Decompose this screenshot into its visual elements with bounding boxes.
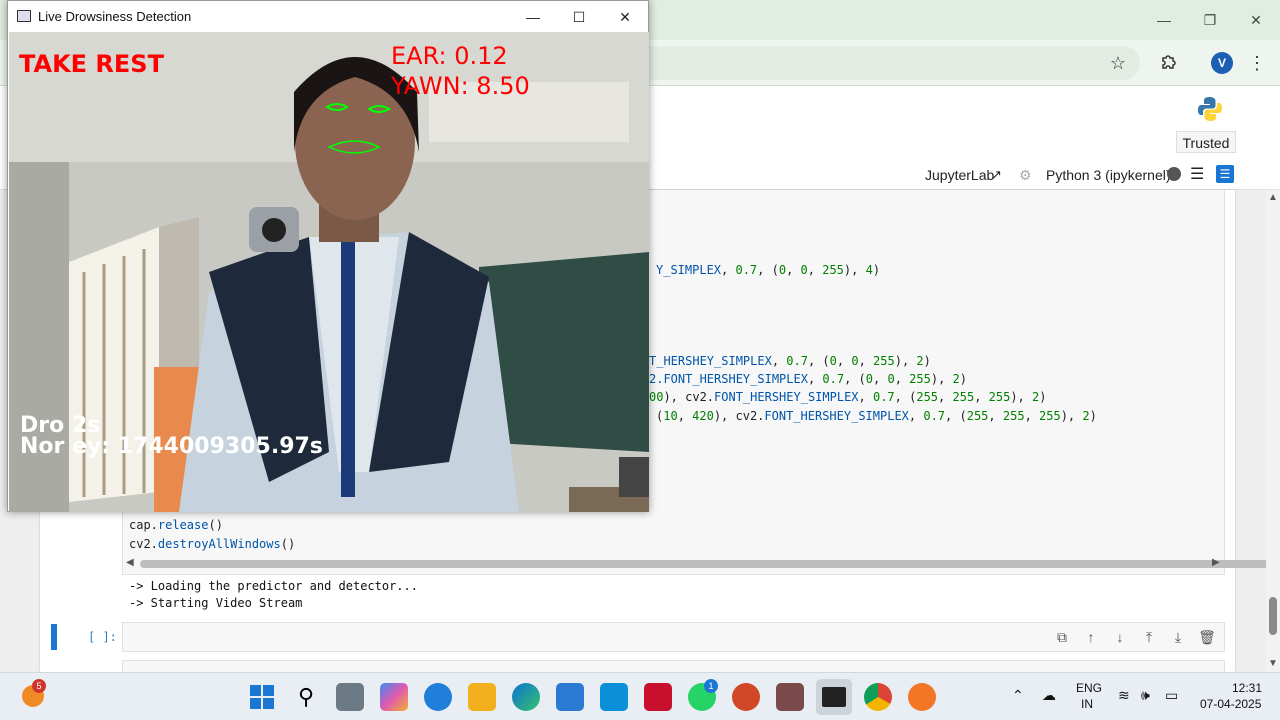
snipping-tool-icon[interactable] (776, 683, 804, 711)
opencv-close-button[interactable]: ✕ (602, 5, 648, 29)
kernel-name[interactable]: Python 3 (ipykernel) (1046, 167, 1171, 183)
chrome-icon[interactable] (864, 683, 892, 711)
notification-badge: 5 (32, 679, 46, 693)
browser-minimize-button[interactable]: — (1141, 8, 1187, 32)
myhp-icon[interactable] (600, 683, 628, 711)
browser-close-button[interactable]: ✕ (1233, 8, 1279, 32)
take-rest-alert: TAKE REST (19, 50, 164, 78)
move-up-icon[interactable]: ↑ (1081, 627, 1101, 647)
language-region: IN (1081, 697, 1093, 711)
move-down-icon[interactable]: ↓ (1110, 627, 1130, 647)
settings-gear-icon[interactable]: ⚙ (1019, 167, 1032, 184)
menu-lines-icon[interactable]: ☰ (1190, 164, 1204, 184)
browser-restore-button[interactable]: ❐ (1187, 8, 1233, 32)
tray-overflow-icon[interactable]: ⌃ (1012, 687, 1024, 704)
task-view-icon[interactable] (336, 683, 364, 711)
code-line: cv2.destroyAllWindows() (129, 537, 296, 551)
browser-menu-icon[interactable]: ⋮ (1246, 52, 1268, 74)
mcafee-icon[interactable] (644, 683, 672, 711)
wifi-icon[interactable]: ≋ (1118, 687, 1130, 704)
whatsapp-badge: 1 (704, 679, 718, 693)
file-explorer-icon[interactable] (468, 683, 496, 711)
ear-readout: EAR: 0.12 (391, 42, 508, 70)
horizontal-scrollbar[interactable]: ◀ ▶ (122, 557, 1280, 571)
account-avatar[interactable]: V (1211, 52, 1233, 74)
opencv-minimize-button[interactable]: — (510, 5, 556, 29)
external-link-icon: ↗ (991, 167, 1002, 182)
language-indicator[interactable]: ENG (1076, 681, 1102, 695)
delete-cell-icon[interactable]: 🗑 (1197, 627, 1217, 647)
terminal-icon (822, 687, 846, 707)
windows-taskbar: 5 ⚲ 1 ⌃ ☁ ENG IN ≋ 🕪 ▭ 12:31 07-04-2025 (0, 672, 1280, 720)
opencv-maximize-button[interactable]: ☐ (556, 5, 602, 29)
star-icon[interactable]: ☆ (1107, 52, 1129, 74)
code-line: 2.FONT_HERSHEY_SIMPLEX, 0.7, (0, 0, 255)… (649, 372, 967, 386)
extensions-icon[interactable] (1158, 52, 1180, 74)
terminal-taskbar-slot[interactable] (816, 679, 852, 715)
scroll-right-icon[interactable]: ▶ (1212, 557, 1220, 568)
code-line: cap.release() (129, 518, 223, 532)
onedrive-icon[interactable]: ☁ (1042, 687, 1056, 704)
kernel-busy-indicator-icon (1167, 167, 1181, 181)
search-icon[interactable]: ⚲ (292, 683, 320, 711)
clock-date[interactable]: 07-04-2025 (1200, 697, 1261, 711)
jupyter-icon[interactable] (908, 683, 936, 711)
store-icon[interactable] (556, 683, 584, 711)
scrollbar-thumb[interactable] (140, 560, 1280, 568)
opencv-window[interactable]: Live Drowsiness Detection — ☐ ✕ TAKE RES… (7, 0, 649, 512)
cell-prompt: [ ]: (88, 630, 117, 644)
address-bar[interactable] (600, 46, 1140, 80)
scroll-down-icon[interactable]: ▼ (1268, 658, 1278, 669)
powerpoint-icon[interactable] (732, 683, 760, 711)
insert-below-icon[interactable]: ⤓ (1168, 627, 1188, 647)
code-line: (10, 420), cv2.FONT_HERSHEY_SIMPLEX, 0.7… (656, 409, 1097, 423)
window-app-icon (17, 10, 31, 22)
jupyterlab-link[interactable]: JupyterLab (925, 167, 994, 183)
battery-icon[interactable]: ▭ (1165, 687, 1178, 704)
insert-above-icon[interactable]: ⤒ (1139, 627, 1159, 647)
scroll-left-icon[interactable]: ◀ (126, 557, 134, 568)
code-line: Y_SIMPLEX, 0.7, (0, 0, 255), 4) (656, 263, 881, 277)
edge-icon[interactable] (512, 683, 540, 711)
start-icon[interactable] (248, 683, 276, 711)
duplicate-cell-icon[interactable]: ⧉ (1052, 627, 1072, 647)
help-icon[interactable] (424, 683, 452, 711)
output-line: -> Starting Video Stream (129, 596, 303, 610)
code-line: 00), cv2.FONT_HERSHEY_SIMPLEX, 0.7, (255… (649, 390, 1047, 404)
code-line: T_HERSHEY_SIMPLEX, 0.7, (0, 0, 255), 2) (649, 354, 931, 368)
output-line: -> Loading the predictor and detector... (129, 579, 418, 593)
opencv-title-bar[interactable]: Live Drowsiness Detection — ☐ ✕ (8, 1, 648, 32)
copilot-icon[interactable] (380, 683, 408, 711)
webcam-frame: TAKE REST EAR: 0.12 YAWN: 8.50 Dro 2s No… (9, 32, 649, 512)
scroll-up-icon[interactable]: ▲ (1268, 192, 1278, 203)
python-logo-icon (1198, 97, 1222, 121)
property-inspector-icon[interactable]: ☰ (1216, 165, 1234, 183)
normal-time-readout: Nor ey: 1744009305.97s (20, 434, 323, 459)
yawn-readout: YAWN: 8.50 (391, 72, 530, 100)
active-cell-indicator (51, 624, 57, 650)
vertical-scrollbar-thumb[interactable] (1269, 597, 1277, 635)
clock-time[interactable]: 12:31 (1232, 681, 1262, 695)
next-code-cell[interactable] (122, 660, 1225, 672)
volume-icon[interactable]: 🕪 (1141, 687, 1150, 704)
opencv-window-title: Live Drowsiness Detection (38, 9, 192, 24)
trusted-badge[interactable]: Trusted (1176, 131, 1236, 153)
vertical-scrollbar[interactable]: ▲ ▼ (1266, 190, 1280, 672)
